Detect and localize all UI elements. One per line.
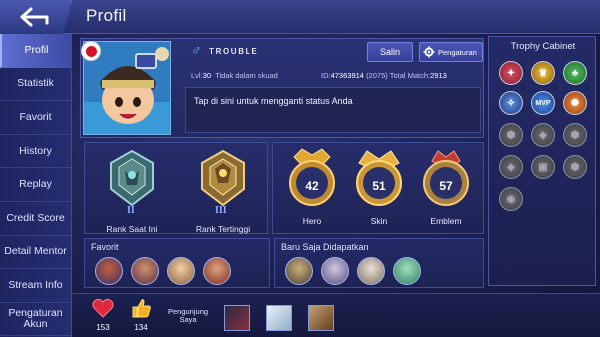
settings-label: Pengaturan [438, 47, 477, 57]
player-id: 47363914 [330, 71, 364, 80]
hero-portrait-3[interactable] [167, 257, 195, 285]
level-info: Lvl:30 Tidak dalam skuad [191, 71, 278, 80]
hero-count-value: 42 [305, 179, 319, 193]
visitors-label: Pengunjung Saya [168, 307, 208, 325]
locked-trophy-icon[interactable]: ◈ [499, 155, 523, 179]
current-rank-tier: II [127, 205, 135, 216]
skin-count[interactable]: 51 Skin [346, 147, 412, 226]
sidebar-item-favorit[interactable]: Favorit [0, 101, 71, 135]
hero-count-label: Hero [302, 216, 322, 226]
total-match-label: Total Match: [389, 71, 431, 80]
emblem-count-label: Emblem [430, 216, 462, 226]
heart-icon [92, 298, 114, 318]
sidebar-item-stream-info[interactable]: Stream Info [0, 269, 71, 303]
emblem-count-value: 57 [439, 179, 453, 193]
male-symbol-icon: ♂ [191, 42, 202, 58]
sidebar-item-detail-mentor[interactable]: Detail Mentor [0, 236, 71, 270]
highest-rank[interactable]: III Rank Tertinggi [181, 149, 265, 234]
profile-screen: Profil Profil Statistik Favorit History … [0, 0, 600, 337]
sidebar-item-replay[interactable]: Replay [0, 168, 71, 202]
favorite-heroes-panel: Favorit [84, 238, 270, 288]
sidebar-item-statistik[interactable]: Statistik [0, 68, 71, 102]
id-label: ID: [321, 71, 331, 80]
current-rank-label: Rank Saat Ini [106, 224, 158, 234]
favorite-heading: Favorit [91, 242, 119, 252]
blue-emblem-trophy-icon[interactable]: ✧ [499, 91, 523, 115]
recent-heading: Baru Saja Didapatkan [281, 242, 369, 252]
collection-panel: 42 Hero 51 Skin 57 Emblem [272, 142, 484, 234]
player-name: ᴛʀᴏᴜʙʟᴇ [209, 45, 259, 57]
page-title: Profil [86, 6, 127, 25]
level-value: 30 [202, 71, 212, 80]
thumbs-up-icon [132, 299, 151, 318]
gold-cup-trophy-icon[interactable]: ♛ [531, 61, 555, 85]
hero-portrait-8[interactable] [393, 257, 421, 285]
settings-button[interactable]: Pengaturan [419, 42, 483, 62]
trophy-cabinet-title: Trophy Cabinet [510, 41, 576, 52]
back-arrow-icon [20, 7, 48, 27]
status-message-input[interactable]: Tap di sini untuk mengganti status Anda [185, 87, 481, 133]
hero-portrait-7[interactable] [357, 257, 385, 285]
locked-trophy-icon[interactable]: ◆ [531, 123, 555, 147]
locked-trophy-icon[interactable]: ⬢ [499, 123, 523, 147]
likes-count: 153 [96, 323, 110, 332]
hero-count[interactable]: 42 Hero [279, 147, 345, 226]
mythic-rank-icon [110, 149, 154, 207]
squad-status: Tidak dalam skuad [215, 71, 278, 80]
hero-portrait-2[interactable] [131, 257, 159, 285]
header-bar: Profil [0, 0, 600, 34]
rank-panel: II Rank Saat Ini III Rank Tertinggi [84, 142, 268, 234]
green-squad-trophy-icon[interactable]: ♣ [563, 61, 587, 85]
profile-info-panel: ♂ ᴛʀᴏᴜʙʟᴇ Salin Pengaturan Lvl:30 Tidak … [80, 38, 484, 138]
id-info: ID:47363914 (2075) Total Match:2913 [321, 71, 447, 80]
locked-trophy-icon[interactable]: ⬢ [563, 123, 587, 147]
sidebar-item-pengaturan-akun[interactable]: Pengaturan Akun [0, 303, 71, 337]
highest-rank-tier: III [215, 205, 227, 216]
sidebar: Profil Statistik Favorit History Replay … [0, 34, 72, 337]
gear-icon [423, 46, 435, 58]
highest-rank-label: Rank Tertinggi [195, 224, 251, 234]
hero-portrait-5[interactable] [285, 257, 313, 285]
visitor-avatar-2[interactable] [266, 305, 292, 331]
hero-medal-icon [289, 148, 335, 206]
visitor-avatar-1[interactable] [224, 305, 250, 331]
orange-emblem-trophy-icon[interactable]: ✺ [563, 91, 587, 115]
locked-trophy-icon[interactable]: ▣ [531, 155, 555, 179]
visitor-avatar-3[interactable] [308, 305, 334, 331]
thumbs-count: 134 [134, 323, 148, 332]
skin-count-value: 51 [372, 179, 386, 193]
japan-flag-icon [81, 41, 101, 61]
trophy-cabinet-panel: Trophy Cabinet ✦ ♛ ♣ ✧ MVP ✺ ⬢ ◆ ⬢ ◈ ▣ ⬢… [488, 36, 596, 286]
hero-portrait-1[interactable] [95, 257, 123, 285]
emblem-count[interactable]: 57 Emblem [413, 147, 479, 226]
mvp-trophy-icon[interactable]: MVP [531, 91, 555, 115]
likes-counter[interactable]: 153 [88, 298, 118, 332]
visitors-label-line2: Saya [179, 315, 197, 325]
sidebar-item-profil[interactable]: Profil [0, 34, 71, 68]
locked-trophy-icon[interactable]: ◉ [499, 187, 523, 211]
recent-heroes-panel: Baru Saja Didapatkan [274, 238, 484, 288]
emblem-medal-icon [423, 150, 469, 206]
hero-portrait-6[interactable] [321, 257, 349, 285]
red-emblem-trophy-icon[interactable]: ✦ [499, 61, 523, 85]
sidebar-item-credit-score[interactable]: Credit Score [0, 202, 71, 236]
copy-button[interactable]: Salin [367, 42, 413, 62]
server-id: (2075) [366, 71, 388, 80]
skin-count-label: Skin [370, 216, 388, 226]
locked-trophy-icon[interactable]: ⬢ [563, 155, 587, 179]
legend-rank-icon [201, 149, 245, 207]
hero-portrait-4[interactable] [203, 257, 231, 285]
sidebar-item-history[interactable]: History [0, 135, 71, 169]
thumbs-counter[interactable]: 134 [126, 298, 156, 332]
back-button[interactable] [0, 0, 72, 34]
current-rank[interactable]: II Rank Saat Ini [93, 149, 171, 234]
level-label: Lvl: [191, 71, 203, 80]
bottom-bar: 153 134 Pengunjung Saya [72, 293, 600, 337]
skin-medal-icon [356, 150, 402, 206]
total-match-value: 2913 [430, 71, 447, 80]
